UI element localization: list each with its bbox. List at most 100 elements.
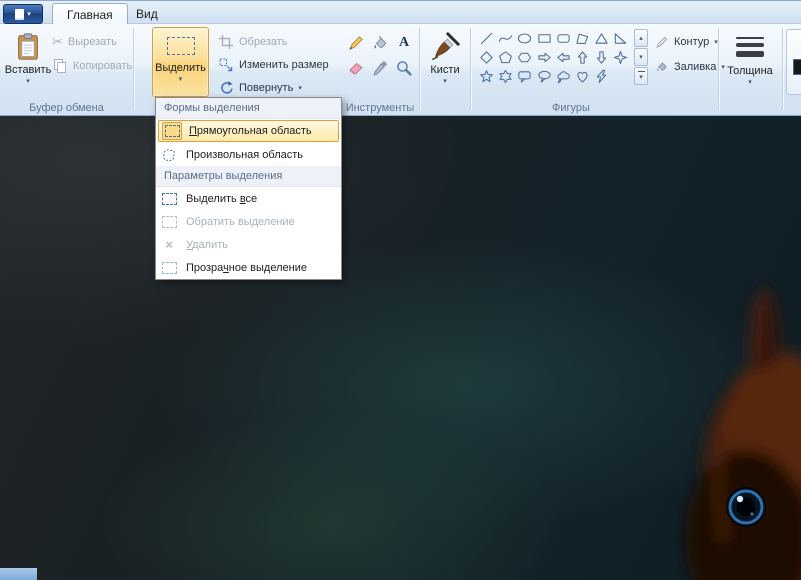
chevron-down-icon (27, 11, 31, 18)
text-tool-button[interactable] (393, 32, 415, 54)
paste-label: Вставить (5, 64, 52, 76)
shape-rectangle-icon[interactable] (535, 29, 554, 48)
shapes-scroll-up-button[interactable] (634, 29, 648, 47)
shapes-scroll-buttons (634, 29, 648, 85)
shapes-scroll-down-button[interactable] (634, 48, 648, 66)
ribbon: Вставить Вырезать Копировать Буфер обмен… (0, 24, 801, 116)
copy-icon (52, 58, 68, 74)
shape-diamond-icon[interactable] (477, 48, 496, 67)
squirrel-eye (726, 487, 766, 527)
color1-button-partial[interactable] (786, 29, 801, 95)
shape-rounded-rectangle-icon[interactable] (554, 29, 573, 48)
clipboard-icon (13, 32, 43, 62)
shape-callout-rounded-icon[interactable] (515, 67, 534, 86)
group-shapes: Контур Заливка Фигуры (471, 24, 718, 115)
scissors-icon (52, 34, 63, 50)
document-icon (15, 9, 24, 20)
menu-item-label: Выделить все (186, 193, 257, 205)
menu-item-select-all[interactable]: Выделить все (156, 187, 341, 210)
shape-arrow-up-icon[interactable] (573, 48, 592, 67)
shape-lightning-icon[interactable] (592, 67, 611, 86)
tab-home[interactable]: Главная (52, 3, 128, 25)
color-picker-tool-button[interactable] (369, 57, 391, 79)
menu-item-label: Удалить (186, 239, 228, 251)
chevron-down-icon (443, 78, 447, 85)
shape-star-6-icon[interactable] (496, 67, 515, 86)
shape-arrow-down-icon[interactable] (592, 48, 611, 67)
select-dropdown-menu: Формы выделения Прямоугольная область Пр… (155, 97, 342, 280)
tab-home-label: Главная (67, 8, 113, 22)
shape-arrow-right-icon[interactable] (535, 48, 554, 67)
paste-button[interactable]: Вставить (6, 29, 50, 101)
cut-label: Вырезать (68, 36, 117, 48)
pencil-tool-button[interactable] (345, 32, 367, 54)
resize-button[interactable]: Изменить размер (218, 55, 329, 75)
menu-item-rectangular-selection[interactable]: Прямоугольная область (158, 120, 339, 142)
group-shapes-label: Фигуры (471, 102, 671, 114)
outline-button[interactable]: Контур (655, 32, 718, 52)
shape-line-icon[interactable] (477, 29, 496, 48)
rectangular-selection-icon (162, 122, 182, 140)
menu-item-delete[interactable]: Удалить (156, 233, 341, 256)
shape-pentagon-icon[interactable] (496, 48, 515, 67)
shape-polygon-icon[interactable] (573, 29, 592, 48)
shape-curve-icon[interactable] (496, 29, 515, 48)
freeform-selection-icon (159, 146, 179, 164)
menu-item-invert-selection[interactable]: Обратить выделение (156, 210, 341, 233)
menu-item-label: Обратить выделение (186, 216, 295, 228)
tab-view[interactable]: Вид (122, 3, 172, 24)
group-tools-label: Инструменты (341, 102, 419, 114)
eraser-tool-button[interactable] (345, 57, 367, 79)
shape-heart-icon[interactable] (573, 67, 592, 86)
menu-section-header: Формы выделения (156, 98, 341, 119)
copy-button[interactable]: Копировать (52, 56, 132, 76)
resize-label: Изменить размер (239, 59, 329, 71)
group-tools: Инструменты (341, 24, 419, 115)
group-clipboard: Вставить Вырезать Копировать Буфер обмен… (0, 24, 133, 115)
background-window-fragment (0, 568, 37, 580)
shape-fill-button[interactable]: Заливка (655, 57, 725, 77)
color-swatch (793, 59, 801, 75)
shape-triangle-icon[interactable] (592, 29, 611, 48)
group-divider (782, 28, 783, 110)
shape-oval-icon[interactable] (515, 29, 534, 48)
shape-right-triangle-icon[interactable] (611, 29, 630, 48)
menu-item-label: Прозрачное выделение (186, 262, 307, 274)
shape-star-5-icon[interactable] (477, 67, 496, 86)
brushes-button[interactable]: Кисти (423, 29, 467, 101)
crop-label: Обрезать (239, 36, 288, 48)
rotate-icon (218, 80, 234, 96)
shape-callout-oval-icon[interactable] (535, 67, 554, 86)
eraser-icon (347, 59, 365, 77)
rotate-label: Повернуть (239, 82, 293, 94)
application-menu-button[interactable] (3, 4, 43, 24)
select-all-icon (159, 190, 179, 208)
crop-button[interactable]: Обрезать (218, 32, 288, 52)
chevron-down-icon (179, 76, 183, 83)
size-button[interactable]: Толщина (724, 29, 776, 101)
text-tool-icon (399, 35, 409, 51)
transparent-selection-icon (159, 259, 179, 277)
menu-item-freeform-selection[interactable]: Произвольная область (156, 143, 341, 166)
shape-callout-cloud-icon[interactable] (554, 67, 573, 86)
copy-label: Копировать (73, 60, 132, 72)
brushes-label: Кисти (430, 64, 459, 76)
canvas[interactable] (0, 116, 801, 580)
ribbon-tab-bar: Главная Вид (0, 0, 801, 24)
menu-item-transparent-selection[interactable]: Прозрачное выделение (156, 256, 341, 279)
rotate-button[interactable]: Повернуть (218, 78, 302, 98)
magnifier-tool-button[interactable] (393, 57, 415, 79)
shapes-more-button[interactable] (634, 67, 648, 85)
fill-bucket-icon (655, 60, 669, 74)
shape-hexagon-icon[interactable] (515, 48, 534, 67)
paint-window: Главная Вид Вставить Вырезать Копировать… (0, 0, 801, 580)
select-label: Выделить (155, 62, 206, 74)
chevron-down-icon (748, 79, 752, 86)
group-size: Толщина (719, 24, 781, 115)
fill-tool-button[interactable] (369, 32, 391, 54)
shape-arrow-left-icon[interactable] (554, 48, 573, 67)
cut-button[interactable]: Вырезать (52, 32, 117, 52)
select-button[interactable]: Выделить (152, 27, 209, 97)
shape-star-4-icon[interactable] (611, 48, 630, 67)
line-thickness-icon (736, 37, 764, 57)
